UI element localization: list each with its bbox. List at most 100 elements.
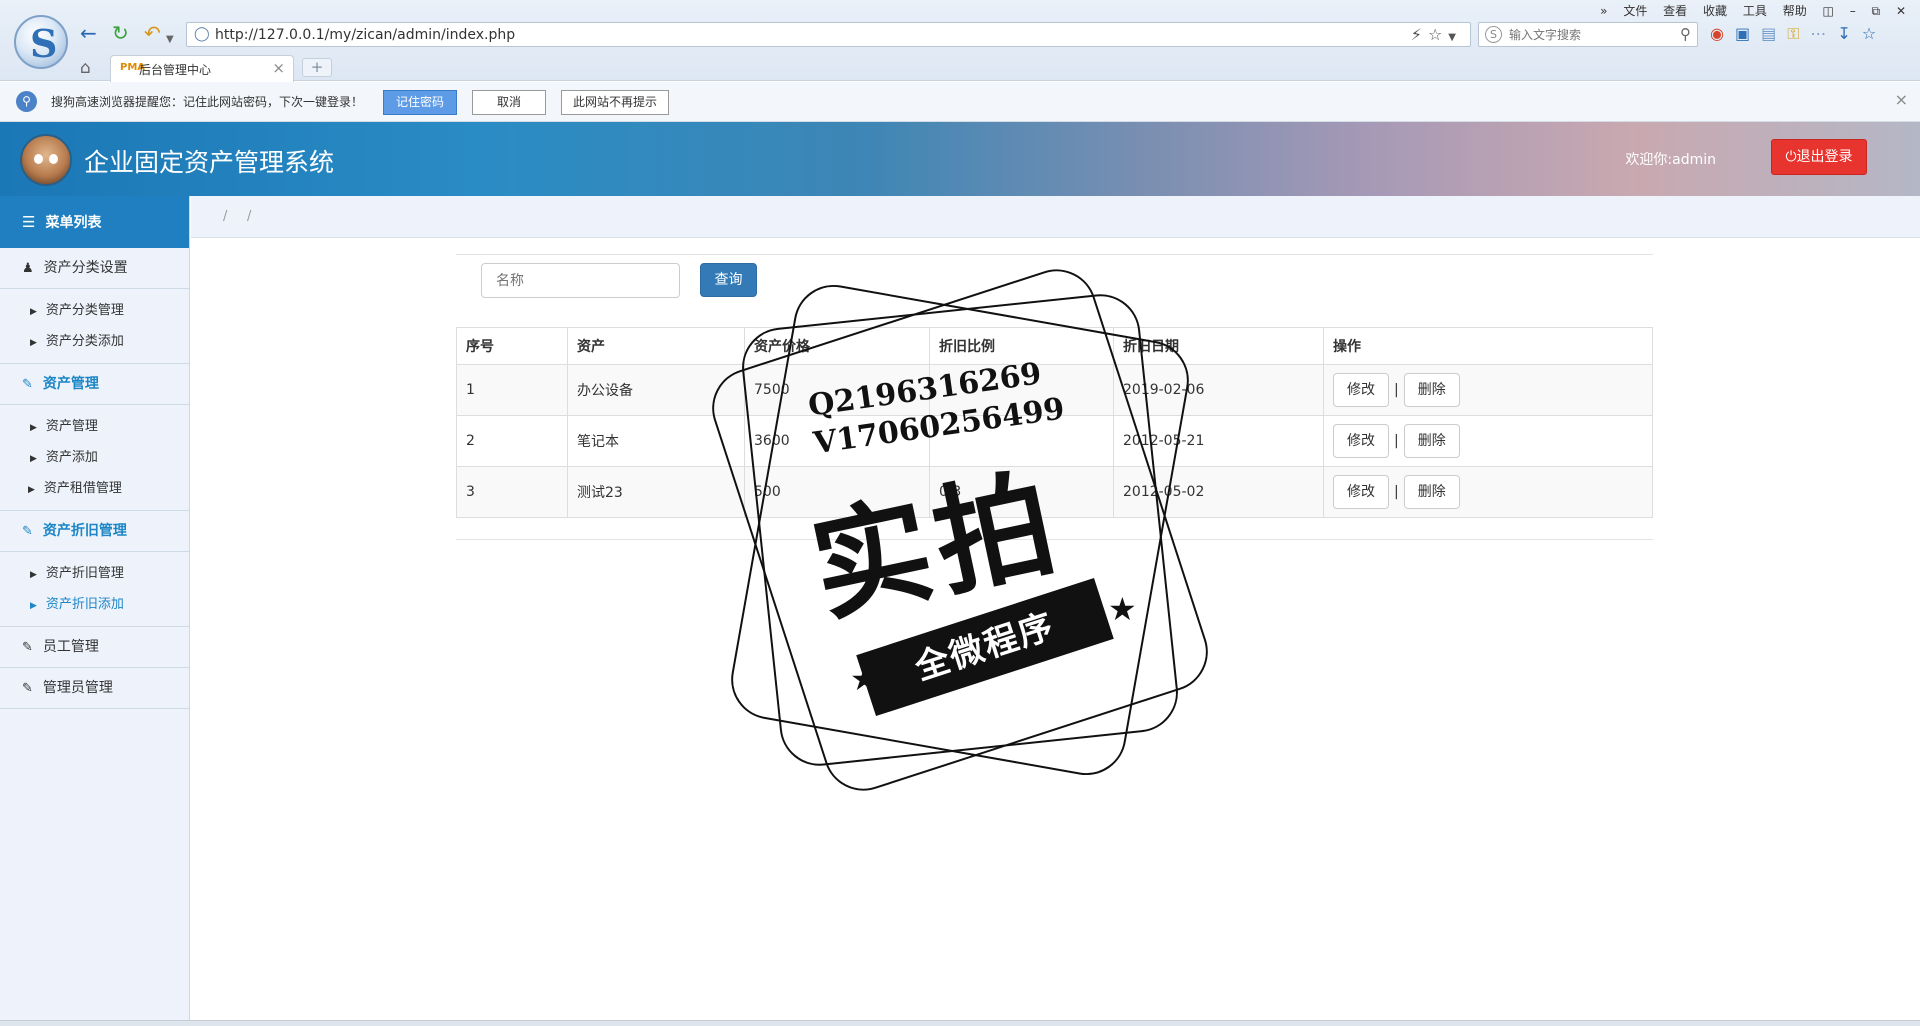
sidebar-group-admins[interactable]: ✎ 管理员管理 [0,668,189,709]
sidebar-item-depreciation-add[interactable]: ▶ 资产折旧添加 [0,589,189,620]
col-asset-header: 资产 [567,327,745,365]
app-header: 企业固定资产管理系统 欢迎你:admin ⏻退出登录 [0,122,1920,196]
key-icon[interactable]: ⚿ [1787,24,1810,43]
action-separator: | [1394,484,1399,500]
favorite-icon[interactable]: ☆ [1862,24,1887,43]
delete-button[interactable]: 删除 [1403,424,1460,458]
star-icon[interactable]: ☆ [1428,25,1448,44]
sidebar-group-employees[interactable]: ✎ 员工管理 [0,627,189,668]
password-reminder-bar: ⚲ 搜狗高速浏览器提醒您：记住此网站密码，下次一键登录！ 记住密码 取消 此网站… [0,82,1920,122]
address-bar[interactable]: ◯ http://127.0.0.1/my/zican/admin/index.… [186,22,1471,47]
col-ratio-header: 折旧比例 [929,327,1114,365]
cell-actions: 修改 | 删除 [1323,415,1653,467]
col-date-header: 折旧日期 [1113,327,1324,365]
sidebar-item-depreciation-manage[interactable]: ▶ 资产折旧管理 [0,558,189,589]
name-search-input[interactable] [481,263,680,298]
sidebar-item-category-add[interactable]: ▶ 资产分类添加 [0,326,189,357]
menu-file[interactable]: 文件 [1623,4,1647,18]
edit-button[interactable]: 修改 [1333,424,1389,458]
edit-icon: ✎ [22,640,33,655]
password-reminder-message: 搜狗高速浏览器提醒您：记住此网站密码，下次一键登录！ [51,95,364,109]
browser-search-input[interactable] [1509,25,1669,44]
sidebar-group-category[interactable]: ♟ 资产分类设置 [0,248,189,289]
logout-label: 退出登录 [1796,149,1853,165]
search-box[interactable]: S ⚲ [1478,22,1698,47]
home-icon[interactable]: ⌂ [80,58,91,78]
item-label: 资产租借管理 [43,481,122,496]
col-id-header: 序号 [456,327,568,365]
search-engine-icon[interactable]: S [1485,26,1502,43]
chevron-down-icon[interactable]: ▼ [1448,32,1462,43]
back-icon[interactable]: ← [80,23,97,43]
minimize-icon[interactable]: – [1850,4,1856,18]
avatar [20,134,72,186]
cancel-button[interactable]: 取消 [472,90,546,115]
more-icon[interactable]: ⋯ [1810,24,1837,43]
new-tab-button[interactable]: + [302,58,332,77]
edit-button[interactable]: 修改 [1333,373,1389,407]
sidebar: ☰ 菜单列表 ♟ 资产分类设置 ▶ 资产分类管理 ▶ 资产分类添加 ✎ 资产管理 ▶ 资产管… [0,196,190,1026]
sidebar-item-asset-lease[interactable]: ▶ 资产租借管理 [0,473,189,504]
cell-price: 500 [744,466,930,518]
close-bar-icon[interactable]: × [1895,90,1908,109]
power-icon: ⏻ [1785,149,1797,165]
skin-icon[interactable]: ◫ [1823,4,1834,18]
undo-icon[interactable]: ↶ [144,23,161,43]
delete-button[interactable]: 删除 [1403,475,1460,509]
logout-button[interactable]: ⏻退出登录 [1771,139,1867,175]
query-button[interactable]: 查询 [700,263,757,297]
menu-favorites[interactable]: 收藏 [1703,4,1727,18]
table-row: 1 办公设备 7500 2019-02-06 修改 | 删除 [456,364,1653,416]
shield-icon: ◯ [194,26,210,42]
edit-icon: ✎ [22,681,33,696]
tab-title: 后台管理中心 [139,63,212,77]
sidebar-item-category-manage[interactable]: ▶ 资产分类管理 [0,295,189,326]
breadcrumb-separator: / [223,209,228,224]
sidebar-submenu-category: ▶ 资产分类管理 ▶ 资产分类添加 [0,289,189,364]
table-row: 2 笔记本 3600 2012-05-21 修改 | 删除 [456,415,1653,467]
lightning-icon[interactable]: ⚡ [1411,25,1428,44]
cell-price: 3600 [744,415,930,467]
close-tab-icon[interactable]: × [272,59,285,77]
browser-chrome: S ← ↻ ↶ ▼ ◯ http://127.0.0.1/my/zican/ad… [0,0,1920,82]
sidebar-header: ☰ 菜单列表 [0,196,189,248]
item-label: 资产分类管理 [45,303,124,318]
cell-date: 2012-05-21 [1113,415,1324,467]
sidebar-group-assets[interactable]: ✎ 资产管理 [0,364,189,405]
cell-asset: 办公设备 [567,364,745,416]
screenshot-icon[interactable]: ▣ [1735,24,1761,43]
sidebar-group-depreciation[interactable]: ✎ 资产折旧管理 [0,511,189,552]
sidebar-item-asset-manage[interactable]: ▶ 资产管理 [0,411,189,442]
search-icon[interactable]: ⚲ [1680,25,1691,43]
close-window-icon[interactable]: ✕ [1896,4,1906,18]
cell-id: 2 [456,415,568,467]
toolbar-icons: ◉▣▤⚿⋯↧☆ [1710,24,1887,44]
browser-tab[interactable]: PMA 后台管理中心 × [110,55,294,82]
undo-dropdown-icon[interactable]: ▼ [166,30,174,50]
menu-view[interactable]: 查看 [1663,4,1687,18]
url-text[interactable]: http://127.0.0.1/my/zican/admin/index.ph… [215,27,515,43]
refresh-icon[interactable]: ↻ [112,23,129,43]
item-label: 资产折旧管理 [45,566,124,581]
edit-button[interactable]: 修改 [1333,475,1389,509]
download-icon[interactable]: ↧ [1837,24,1861,43]
caret-right-icon: ▶ [30,570,37,580]
browser-logo-icon[interactable]: S [14,15,68,69]
menu-help[interactable]: 帮助 [1783,4,1807,18]
sidebar-submenu-depreciation: ▶ 资产折旧管理 ▶ 资产折旧添加 [0,552,189,627]
action-separator: | [1394,382,1399,398]
delete-button[interactable]: 删除 [1403,373,1460,407]
remember-password-button[interactable]: 记住密码 [383,90,457,115]
breadcrumb-separator: / [247,209,252,224]
sidebar-icon[interactable]: ▤ [1761,24,1787,43]
restore-icon[interactable]: ⧉ [1872,4,1881,18]
group-label: 管理员管理 [42,680,113,696]
double-chevron-icon[interactable]: » [1600,4,1607,18]
sidebar-item-asset-add[interactable]: ▶ 资产添加 [0,442,189,473]
menu-tools[interactable]: 工具 [1743,4,1767,18]
never-remind-button[interactable]: 此网站不再提示 [561,90,669,115]
cell-actions: 修改 | 删除 [1323,364,1653,416]
group-label: 资产管理 [42,376,99,392]
extension-icon[interactable]: ◉ [1710,24,1735,43]
sidebar-title: 菜单列表 [45,215,102,231]
